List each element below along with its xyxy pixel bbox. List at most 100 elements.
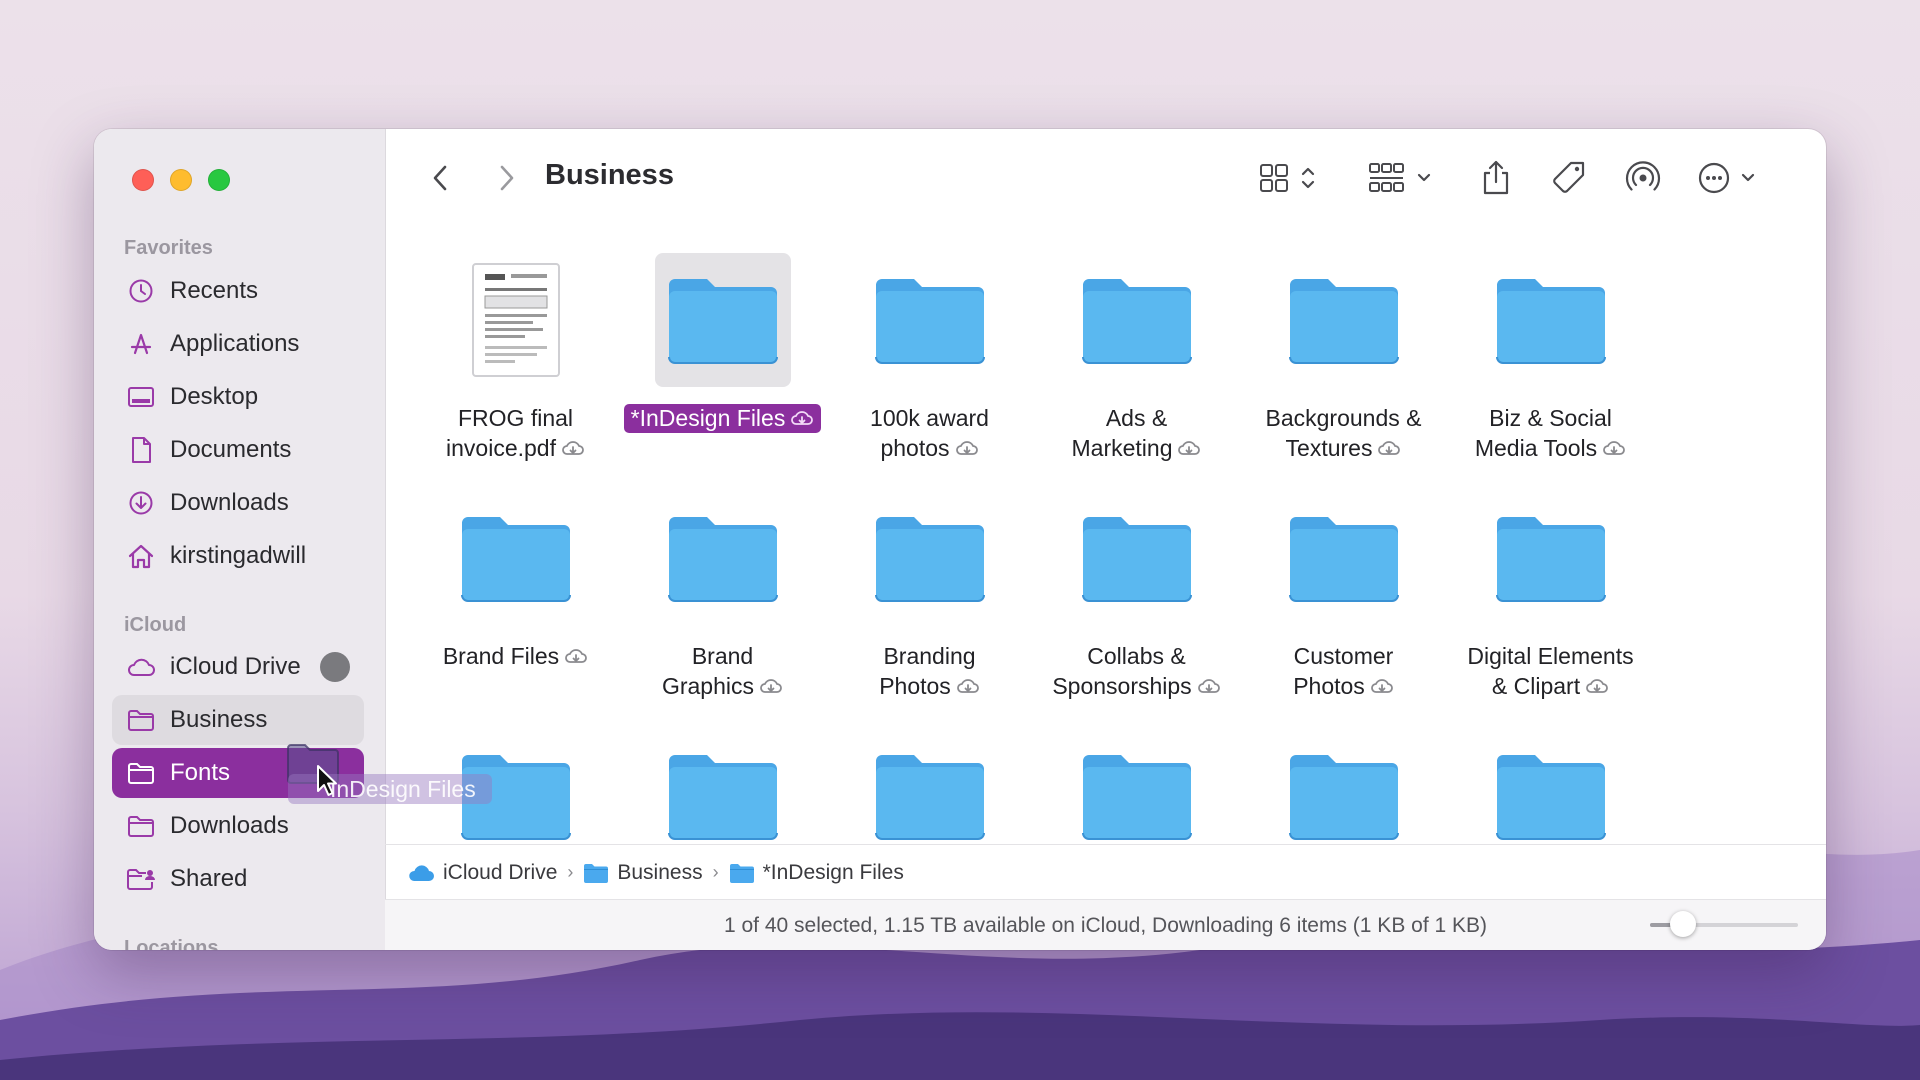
folder-item[interactable]: Customer Photos <box>1240 491 1447 711</box>
item-thumbnail <box>1276 729 1412 863</box>
item-label: Branding Photos <box>826 641 1033 701</box>
item-name-line2: Sponsorships <box>1033 671 1240 701</box>
item-thumbnail <box>862 491 998 625</box>
item-thumbnail <box>1069 491 1205 625</box>
close-button[interactable] <box>132 169 154 191</box>
folder-item[interactable]: Branding Photos <box>826 491 1033 711</box>
folder-icon <box>874 755 985 840</box>
icloud-download-icon <box>1378 441 1401 455</box>
desktop-icon <box>126 382 156 412</box>
path-segment-label: Business <box>617 860 703 884</box>
zoom-button[interactable] <box>208 169 230 191</box>
sidebar-item-label: Recents <box>170 277 259 304</box>
path-segment-business[interactable]: Business <box>583 860 703 885</box>
sidebar-item-desktop[interactable]: Desktop <box>112 372 364 422</box>
sidebar-item-label: Desktop <box>170 383 259 410</box>
sidebar-item-applications[interactable]: Applications <box>112 319 364 369</box>
icloud-download-icon <box>955 441 978 455</box>
folder-icon <box>667 279 778 364</box>
folder-item[interactable]: Digital Elements & Clipart <box>1447 491 1654 711</box>
folder-item[interactable]: Brand Graphics <box>619 491 826 711</box>
folder-item[interactable]: *InDesign Files <box>619 253 826 473</box>
window-controls <box>132 169 230 191</box>
icloud-download-icon <box>1197 679 1220 693</box>
sidebar: Favorites Recents Applications Desktop D… <box>94 129 386 950</box>
grid-view-icon <box>1260 164 1315 192</box>
sidebar-item-recents[interactable]: Recents <box>112 266 364 316</box>
document-icon <box>126 435 156 465</box>
folder-item[interactable]: Collabs & Sponsorships <box>1033 491 1240 711</box>
path-bar: iCloud Drive › Business › *InDesign File… <box>385 844 1826 900</box>
item-name-line2: Media Tools <box>1447 433 1654 463</box>
home-icon <box>126 541 156 571</box>
sidebar-item-business[interactable]: Business <box>112 695 364 745</box>
item-name-line2: Photos <box>1240 671 1447 701</box>
item-thumbnail <box>655 729 791 863</box>
sidebar-item-shared[interactable]: Shared <box>112 854 364 904</box>
folder-item[interactable]: Biz & Social Media Tools <box>1447 253 1654 473</box>
forward-button[interactable] <box>487 155 527 201</box>
item-name-line1: Ads & <box>1105 405 1168 431</box>
sidebar-item-label: iCloud Drive <box>170 653 301 680</box>
folder-item[interactable]: Ads & Marketing <box>1033 253 1240 473</box>
folder-item[interactable]: 100k award photos <box>826 253 1033 473</box>
share-icon <box>1483 160 1509 195</box>
folder-item[interactable]: Backgrounds & Textures <box>1240 253 1447 473</box>
item-thumbnail <box>1069 253 1205 387</box>
slider-knob[interactable] <box>1669 911 1696 937</box>
item-label: Customer Photos <box>1240 641 1447 701</box>
path-segment-label: iCloud Drive <box>443 860 558 884</box>
sidebar-item-documents[interactable]: Documents <box>112 425 364 475</box>
icloud-download-icon <box>791 411 814 425</box>
item-name-line1: FROG final <box>457 405 574 431</box>
folder-icon <box>1495 517 1606 602</box>
path-segment-indesign-files[interactable]: *InDesign Files <box>729 861 904 885</box>
item-label: *InDesign Files <box>619 403 826 433</box>
item-label: 100k award photos <box>826 403 1033 463</box>
folder-icon <box>126 811 156 841</box>
item-name-line2: photos <box>826 433 1033 463</box>
folder-icon <box>460 517 571 602</box>
more-actions-button[interactable] <box>1695 155 1765 201</box>
icloud-download-icon <box>956 679 979 693</box>
item-thumbnail <box>1069 729 1205 863</box>
item-name-line1: 100k award <box>870 405 989 431</box>
group-icon <box>1369 163 1431 192</box>
sidebar-item-label: Downloads <box>170 812 289 839</box>
folder-icon <box>874 279 985 364</box>
icloud-download-icon <box>1603 441 1626 455</box>
sidebar-item-home[interactable]: kirstingadwill <box>112 531 364 581</box>
folder-icon <box>729 863 754 883</box>
sidebar-item-downloads[interactable]: Downloads <box>112 478 364 528</box>
path-segment-icloud-drive[interactable]: iCloud Drive <box>407 861 557 885</box>
item-name-line1: Backgrounds & <box>1265 405 1422 431</box>
item-thumbnail <box>1276 253 1412 387</box>
item-label: FROG final invoice.pdf <box>412 403 619 463</box>
folder-item[interactable]: Brand Files <box>412 491 619 711</box>
folder-icon <box>1081 279 1192 364</box>
group-button[interactable] <box>1365 155 1441 201</box>
view-mode-button[interactable] <box>1255 155 1325 201</box>
airdrop-button[interactable] <box>1620 155 1666 201</box>
share-button[interactable] <box>1473 155 1519 201</box>
sidebar-item-downloads-icloud[interactable]: Downloads <box>112 801 364 851</box>
item-label: Brand Files <box>412 641 619 671</box>
item-thumbnail <box>1483 253 1619 387</box>
item-name-line2: Textures <box>1240 433 1447 463</box>
folder-icon <box>1288 279 1399 364</box>
minimize-button[interactable] <box>170 169 192 191</box>
back-button[interactable] <box>420 155 460 201</box>
sync-progress-indicator <box>320 652 350 682</box>
icon-size-slider[interactable] <box>1650 911 1798 937</box>
item-name-line2: & Clipart <box>1447 671 1654 701</box>
clock-icon <box>126 276 156 306</box>
window-title: Business <box>545 159 674 191</box>
file-grid: FROG final invoice.pdf *InDesign Files 100k… <box>385 229 1826 875</box>
sidebar-item-icloud-drive[interactable]: iCloud Drive <box>112 642 364 692</box>
item-name: *InDesign Files <box>630 405 786 431</box>
item-thumbnail <box>655 491 791 625</box>
folder-icon <box>1081 755 1192 840</box>
icloud-download-icon <box>1370 679 1393 693</box>
file-item[interactable]: FROG final invoice.pdf <box>412 253 619 473</box>
tag-button[interactable] <box>1546 155 1592 201</box>
